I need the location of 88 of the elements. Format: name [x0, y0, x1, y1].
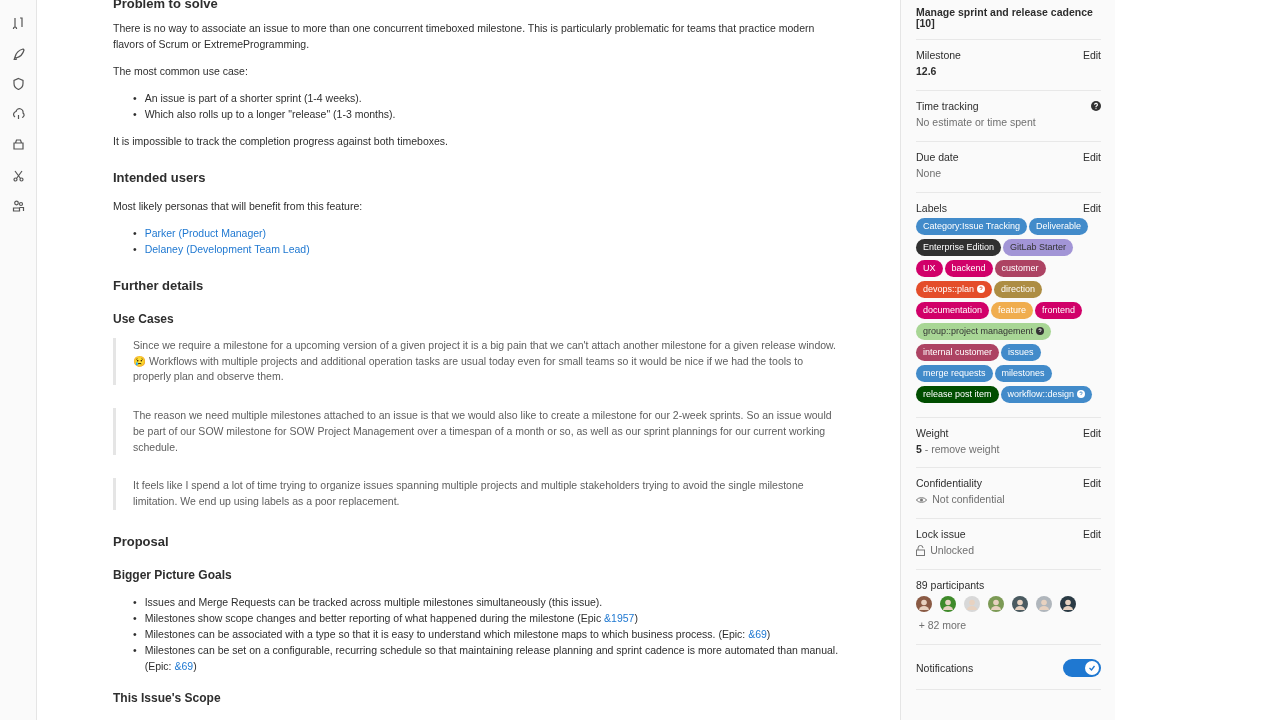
unlocked-padlock-icon [916, 545, 925, 557]
edit-link[interactable]: Edit [1082, 150, 1101, 165]
section-heading: Further details [113, 277, 205, 295]
link[interactable]: &69 [748, 627, 767, 640]
bullet: • [133, 594, 137, 610]
link[interactable]: &1957 [604, 611, 635, 624]
label-tag[interactable]: workflow::design [1000, 385, 1093, 403]
label-tag[interactable]: UX [916, 259, 943, 277]
subsection-heading: Use Cases [113, 311, 175, 327]
blockquote-text: The reason we need multiple milestones attached to an issue is that we would also like to create a milestone for our 2-week sprints. So an issue would be part of our SOW milestone for SOW Project Management over a timespan of a month or so, as well as our sprint plannings for our current working schedule. [113, 408, 840, 456]
link[interactable]: Delaney (Development Team Lead) [144, 241, 310, 257]
label-tag[interactable]: release post item [916, 385, 999, 403]
help-icon[interactable] [1036, 327, 1045, 335]
label-tag[interactable]: Category:Issue Tracking [916, 217, 1028, 235]
label-tag[interactable]: direction [994, 280, 1043, 298]
due-date-value: None [916, 166, 943, 182]
bullet: • [133, 610, 137, 626]
package-icon[interactable] [11, 138, 25, 151]
paragraph: Most likely personas that will benefit from this feature: [113, 199, 364, 214]
label-tag[interactable]: merge requests [916, 364, 993, 382]
more-participants-link[interactable]: + 82 more [916, 617, 967, 634]
label-tag[interactable]: milestones [994, 364, 1052, 382]
merge-request-icon[interactable] [11, 16, 25, 29]
section-title: Notifications [916, 660, 974, 675]
edit-link[interactable]: Edit [1082, 425, 1101, 440]
label-tag[interactable]: group::project management [916, 322, 1052, 340]
subsection-heading: Bigger Picture Goals [113, 566, 233, 583]
section-title: Confidentiality [916, 476, 982, 491]
bullet: • [133, 242, 137, 257]
section-title: Lock issue [916, 527, 966, 541]
label-tag[interactable]: customer [994, 259, 1046, 277]
avatar[interactable] [916, 595, 932, 612]
bullet: • [133, 107, 137, 122]
remove-weight-link[interactable]: - remove weight [924, 442, 1000, 455]
check-icon [1088, 663, 1096, 672]
section-title: Milestone [916, 48, 961, 62]
blockquote-text: Since we require a milestone for a upcoming version of a given project it is a big pain that we can't attach another milestone for a given release window. 😢 Workflows with multiple projects and additional operation tasks are usual today even for small teams so it would be nice if we had the tools to properly plan and observe them. [113, 338, 840, 386]
help-icon[interactable] [1091, 100, 1101, 111]
shield-icon[interactable] [11, 77, 25, 90]
label-tag[interactable]: frontend [1035, 301, 1083, 319]
paragraph: It is impossible to track the completion progress against both timeboxes. [113, 134, 449, 149]
label-tag[interactable]: documentation [916, 301, 990, 319]
bullet: • [133, 91, 137, 106]
bullet: • [133, 626, 137, 642]
list-item-text: Issues and Merge Requests can be tracked across multiple milestones simultaneously (this issue). [144, 594, 603, 610]
epic-link[interactable]: Manage sprint and release cadence [10] [916, 7, 1101, 29]
paragraph: There is no way to associate an issue to more than one concurrent timeboxed milestone. This is particularly problematic for teams that practice modern flavors of Scrum or ExtremeProgramming. [113, 21, 816, 52]
edit-link[interactable]: Edit [1082, 48, 1101, 62]
list-item-text: Milestones show scope changes and better reporting of what happened during the milestone (Epic &1957) [144, 610, 638, 626]
bullet: • [133, 226, 137, 241]
avatar[interactable] [1012, 595, 1028, 612]
label-tag[interactable]: backend [944, 259, 993, 277]
edit-link[interactable]: Edit [1082, 527, 1101, 541]
users-icon[interactable] [11, 199, 25, 212]
blockquote-text: It feels like I spend a lot of time trying to organize issues spanning multiple projects and multiple stakeholders trying to avoid the single milestone limitation. We end up using labels as a poor replacement. [113, 478, 840, 510]
label-tag[interactable]: issues [1001, 343, 1041, 361]
section-heading: Intended users [113, 169, 207, 187]
edit-link[interactable]: Edit [1082, 476, 1101, 491]
eye-icon [916, 496, 927, 505]
list-item-text: Which also rolls up to a longer "release" (1-3 months). [144, 107, 396, 122]
edit-link[interactable]: Edit [1082, 200, 1101, 215]
milestone-value: 12.6 [916, 64, 938, 79]
subsection-heading: This Issue's Scope [113, 689, 222, 706]
bullet: • [133, 642, 137, 658]
time-tracking-value: No estimate or time spent [916, 115, 1037, 131]
section-title: Time tracking [916, 98, 979, 113]
link[interactable]: Parker (Product Manager) [144, 225, 267, 241]
label-tag[interactable]: devops::plan [916, 280, 993, 298]
label-tag[interactable]: internal customer [916, 343, 1000, 361]
lock-value: Unlocked [930, 543, 975, 558]
label-tag[interactable]: GitLab Starter [1003, 238, 1074, 256]
list-item-text: Milestones can be set on a configurable, recurring schedule so that maintaining release planning and sprint cadence is more automated than manual. (Epic: &69) [144, 642, 840, 674]
confidentiality-value: Not confidential [932, 492, 1005, 508]
paragraph: The most common use case: [113, 64, 249, 79]
label-tag[interactable]: Enterprise Edition [916, 238, 1002, 256]
list-item-text: Milestones can be associated with a type so that it is easy to understand which milestone maps to which business process. (Epic: &69) [144, 626, 771, 642]
section-heading: Proposal [113, 532, 170, 551]
avatar[interactable] [1060, 595, 1076, 612]
section-title: 89 participants [916, 577, 985, 592]
scissors-icon[interactable] [11, 168, 25, 182]
section-title: Weight [916, 425, 949, 440]
list-item-text: An issue is part of a shorter sprint (1-4 weeks). [144, 91, 362, 106]
notifications-toggle[interactable] [1063, 658, 1101, 677]
weight-value: 5 [916, 442, 922, 455]
section-title: Labels [916, 200, 947, 215]
label-tag[interactable]: Deliverable [1029, 217, 1089, 235]
section-title: Due date [916, 150, 959, 165]
cloud-icon[interactable] [11, 107, 25, 121]
